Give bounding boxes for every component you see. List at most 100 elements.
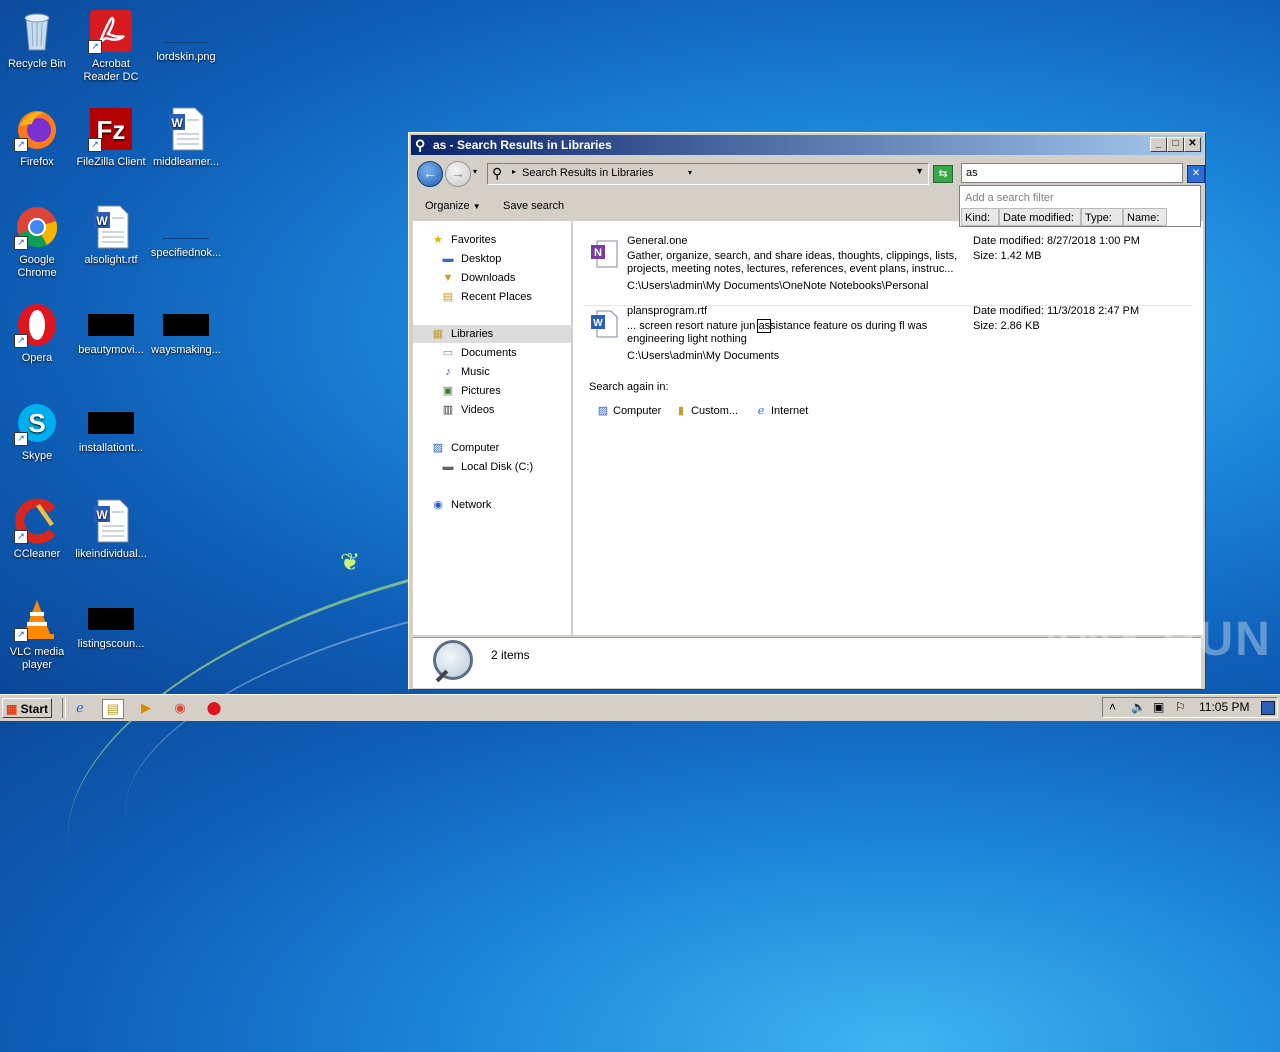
maximize-button[interactable]: □ [1167,137,1184,152]
drive-icon: ▬ [442,461,454,473]
taskbar: ▦ Start ℯ ▤ ▶ ◉ ⬤ ˄ 🔈 ▣ ⚐ 11:05 PM [0,694,1280,721]
chrome-icon: ↗ [14,204,60,250]
desktop-icon-filezilla[interactable]: Fz ↗ FileZilla Client [74,106,148,169]
desktop-icon-middleamer[interactable]: W middleamer... [149,106,223,169]
result-item[interactable]: W plansprogram.rtf ... screen resort nat… [573,301,1203,367]
result-size: Size: 1.42 MB [973,250,1042,262]
search-again-custom[interactable]: ▮ Custom... [673,403,738,419]
nav-network[interactable]: ◉ Network [431,496,491,514]
volume-icon[interactable]: 🔈 [1131,700,1146,714]
opera-icon[interactable]: ⬤ [204,699,224,717]
result-path: C:\Users\admin\My Documents [627,350,780,362]
show-hidden-icons-icon[interactable]: ˄ [1109,700,1116,714]
media-player-icon[interactable]: ▶ [136,699,156,717]
action-center-flag-icon[interactable]: ⚐ [1175,700,1186,714]
search-again-internet[interactable]: ℯ Internet [753,403,809,419]
nav-music[interactable]: ♪ Music [441,363,490,381]
save-search-button[interactable]: Save search [503,200,564,212]
desktop-icon-recycle-bin[interactable]: Recycle Bin [0,8,74,71]
snippet-line-1: Gather, organize, search, and share idea… [627,250,958,262]
nav-computer-label: Computer [451,442,500,454]
nav-desktop[interactable]: ▬ Desktop [441,250,502,268]
chrome-icon[interactable]: ◉ [170,699,190,717]
desktop-icon-likeindividual[interactable]: W likeindividual... [74,498,148,561]
desktop-icon-opera[interactable]: ↗ Opera [0,302,74,365]
desktop-icon-firefox[interactable]: ↗ Firefox [0,106,74,169]
window-title: as - Search Results in Libraries [433,138,612,152]
nav-libraries[interactable]: ▦ Libraries [431,325,493,343]
nav-documents[interactable]: ▭ Documents [441,344,517,362]
desktop-icon-alsolight[interactable]: W alsolight.rtf [74,204,148,267]
search-input[interactable]: as [961,163,1183,183]
nav-videos[interactable]: ▥ Videos [441,401,495,419]
desktop-icon-vlc[interactable]: ↗ VLC media player [0,596,74,672]
recent-pages-chevron-icon[interactable]: ▾ [473,167,477,176]
desktop-icon-listingscoun[interactable]: listingscoun... [74,596,148,651]
opera-icon: ↗ [14,302,60,348]
desktop-icon-acrobat[interactable]: ↗ Acrobat Reader DC [74,8,148,84]
filter-date-modified[interactable]: Date modified: [999,208,1081,226]
search-again-computer[interactable]: ▨ Computer [595,403,662,419]
title-bar[interactable]: ⚲ as - Search Results in Libraries _ □ ✕ [411,135,1203,155]
magnifier-icon [433,640,473,680]
close-button[interactable]: ✕ [1184,137,1201,152]
desktop-icon-waysmaking[interactable]: waysmaking... [149,302,223,357]
desktop-icon-specifiednok[interactable]: specifiednok... [149,204,223,260]
clock[interactable]: 11:05 PM [1199,700,1249,714]
svg-text:S: S [28,408,45,438]
desktop-icon-ccleaner[interactable]: ↗ CCleaner [0,498,74,561]
snippet-line-2: engineering light nothing [627,333,747,345]
desktop-icon-beautymovi[interactable]: beautymovi... [74,302,148,357]
minimize-button[interactable]: _ [1150,137,1167,152]
result-date-modified: Date modified: 8/27/2018 1:00 PM [973,235,1140,247]
result-snippet: Gather, organize, search, and share idea… [627,250,963,276]
filter-type[interactable]: Type: [1081,208,1123,226]
result-item[interactable]: N General.one Gather, organize, search, … [573,231,1203,306]
address-bar[interactable]: ⚲ ▸ Search Results in Libraries ▾ ▼ [487,163,929,185]
result-snippet: ... screen resort nature jun assistance … [627,319,963,346]
network-tray-icon[interactable]: ▣ [1153,700,1164,714]
nav-pictures[interactable]: ▣ Pictures [441,382,501,400]
organize-label: Organize [425,200,470,212]
image-thumbnail-icon [163,216,209,239]
svg-text:W: W [593,318,603,329]
desktop-icon-installationt[interactable]: installationt... [74,400,148,455]
svg-text:N: N [594,247,602,259]
folder-icon: ▮ [677,405,685,417]
nav-favorites[interactable]: ★ Favorites [431,231,496,249]
nav-recent-places[interactable]: ▤ Recent Places [441,288,532,306]
windows-explorer-icon[interactable]: ▤ [102,699,124,719]
desktop-icon-skype[interactable]: S ↗ Skype [0,400,74,463]
nav-local-disk[interactable]: ▬ Local Disk (C:) [441,458,534,476]
filter-kind[interactable]: Kind: [961,208,999,226]
refresh-button[interactable]: ⇆ [933,165,953,183]
forward-button[interactable]: → [445,161,471,187]
nav-downloads[interactable]: ▼ Downloads [441,269,516,287]
organize-button[interactable]: Organize ▼ [425,200,481,212]
nav-computer[interactable]: ▨ Computer [431,439,500,457]
breadcrumb-dropdown-icon[interactable]: ▾ [688,168,692,177]
filter-name[interactable]: Name: [1123,208,1167,226]
firefox-icon: ↗ [14,106,60,152]
nav-network-label: Network [451,499,492,511]
search-location-icon: ⚲ [492,165,503,181]
search-window-icon: ⚲ [415,137,426,153]
word-document-icon: W [163,106,209,152]
internet-explorer-icon[interactable]: ℯ [70,699,90,717]
recycle-bin-icon [14,8,60,54]
item-count: 2 items [491,648,530,662]
search-again-computer-label: Computer [613,405,662,417]
back-button[interactable]: ← [417,161,443,187]
desktop-icon-chrome[interactable]: ↗ Google Chrome [0,204,74,280]
result-size: Size: 2.86 KB [973,320,1040,332]
nav-music-label: Music [461,366,490,378]
start-button[interactable]: ▦ Start [2,698,52,718]
clear-search-button[interactable]: ✕ [1187,165,1205,183]
show-desktop-icon[interactable] [1261,701,1275,715]
desktop-icon: ▬ [442,253,454,265]
address-dropdown-icon[interactable]: ▼ [915,166,924,176]
breadcrumb-chevron-icon[interactable]: ▸ [512,167,516,176]
search-again-custom-label: Custom... [691,405,739,417]
documents-icon: ▭ [442,347,454,359]
desktop-icon-lordskin[interactable]: lordskin.png [149,8,223,64]
